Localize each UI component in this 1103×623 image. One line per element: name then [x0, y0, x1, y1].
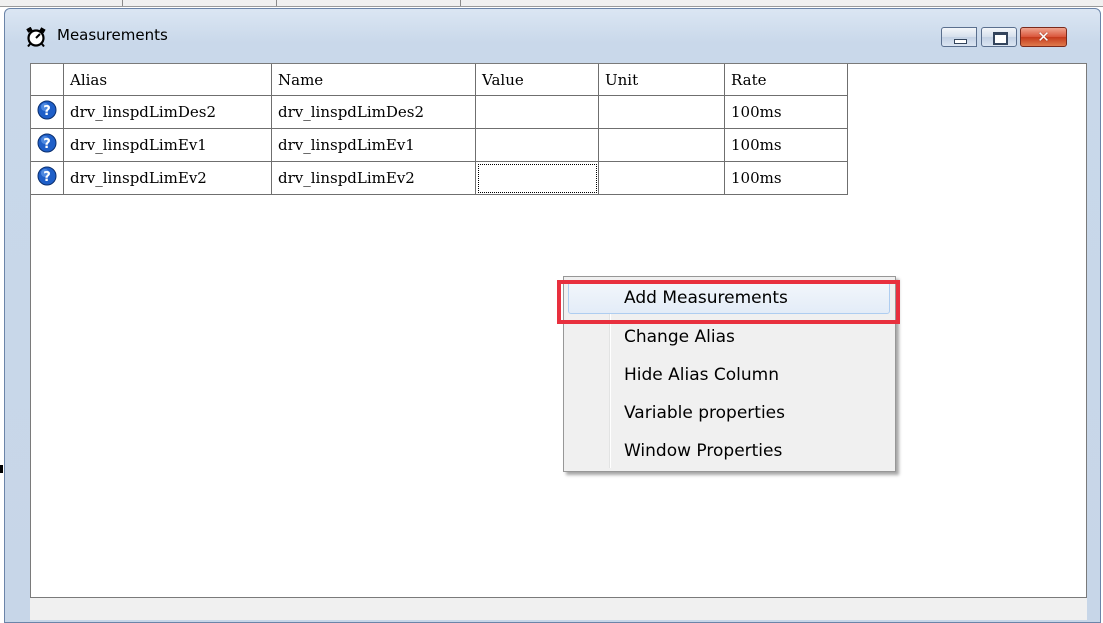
cell-name[interactable]: drv_linspdLimEv1 — [271, 128, 476, 162]
column-header-rate[interactable]: Rate — [724, 64, 848, 96]
menu-item-change-alias[interactable]: Change Alias — [568, 321, 890, 353]
column-header-unit[interactable]: Unit — [598, 64, 725, 96]
title-bar[interactable]: Measurements ✕ — [5, 9, 1100, 61]
menu-item-window-properties[interactable]: Window Properties — [568, 435, 890, 467]
cell-name[interactable]: drv_linspdLimEv2 — [271, 161, 476, 195]
svg-text:?: ? — [43, 104, 51, 119]
cell-unit[interactable] — [598, 128, 725, 162]
table-row[interactable]: ? drv_linspdLimEv2 drv_linspdLimEv2 100m… — [31, 161, 848, 195]
help-icon[interactable]: ? — [37, 100, 57, 124]
background-edge-mark — [0, 465, 3, 473]
cell-alias[interactable]: drv_linspdLimEv2 — [63, 161, 272, 195]
cell-unit[interactable] — [598, 95, 725, 129]
cell-rate[interactable]: 100ms — [724, 95, 848, 129]
strip-divider — [122, 0, 123, 6]
close-button[interactable]: ✕ — [1020, 27, 1067, 47]
row-icon-cell[interactable]: ? — [31, 161, 64, 195]
window-title: Measurements — [57, 26, 168, 44]
cell-unit[interactable] — [598, 161, 725, 195]
maximize-button[interactable] — [981, 27, 1017, 47]
svg-text:?: ? — [43, 137, 51, 152]
cell-value-focused[interactable] — [475, 161, 599, 195]
menu-item-hide-alias-column[interactable]: Hide Alias Column — [568, 359, 890, 391]
cell-rate[interactable]: 100ms — [724, 128, 848, 162]
measurements-table: Alias Name Value Unit Rate ? drv_linspdL… — [31, 64, 848, 195]
background-window-strip — [0, 0, 1103, 7]
strip-divider — [460, 0, 461, 6]
strip-divider — [276, 0, 277, 6]
highlight-annotation — [557, 280, 900, 324]
column-header-value[interactable]: Value — [475, 64, 599, 96]
help-icon[interactable]: ? — [37, 133, 57, 157]
cell-value[interactable] — [475, 128, 599, 162]
row-icon-cell[interactable]: ? — [31, 128, 64, 162]
help-icon[interactable]: ? — [37, 166, 57, 190]
svg-text:?: ? — [43, 170, 51, 185]
table-row[interactable]: ? drv_linspdLimDes2 drv_linspdLimDes2 10… — [31, 95, 848, 129]
table-header-row: Alias Name Value Unit Rate — [31, 64, 848, 96]
column-header-alias[interactable]: Alias — [63, 64, 272, 96]
cell-rate[interactable]: 100ms — [724, 161, 848, 195]
row-icon-cell[interactable]: ? — [31, 95, 64, 129]
cell-name[interactable]: drv_linspdLimDes2 — [271, 95, 476, 129]
measurements-app-icon[interactable] — [25, 26, 47, 48]
cell-alias[interactable]: drv_linspdLimDes2 — [63, 95, 272, 129]
minimize-button[interactable] — [941, 27, 977, 47]
cell-alias[interactable]: drv_linspdLimEv1 — [63, 128, 272, 162]
header-icon-cell — [31, 64, 64, 96]
measurements-panel[interactable]: Alias Name Value Unit Rate ? drv_linspdL… — [30, 63, 1087, 598]
minimize-icon — [954, 39, 967, 44]
maximize-icon — [993, 32, 1008, 45]
cell-value[interactable] — [475, 95, 599, 129]
table-row[interactable]: ? drv_linspdLimEv1 drv_linspdLimEv1 100m… — [31, 128, 848, 162]
column-header-name[interactable]: Name — [271, 64, 476, 96]
close-icon: ✕ — [1037, 28, 1050, 46]
menu-item-variable-properties[interactable]: Variable properties — [568, 397, 890, 429]
status-strip — [30, 598, 1087, 620]
